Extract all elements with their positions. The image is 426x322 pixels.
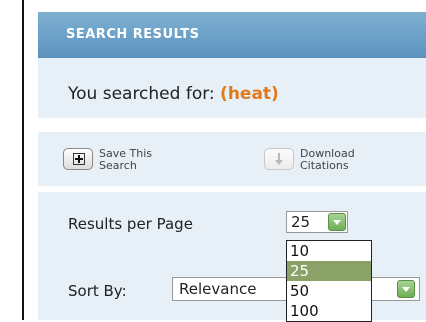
panel-header: SEARCH RESULTS (38, 12, 426, 58)
window-edge (22, 0, 24, 320)
save-search-label-line2: Search (99, 159, 137, 172)
divider (38, 186, 426, 192)
chevron-down-icon[interactable] (397, 280, 415, 298)
panel-title: SEARCH RESULTS (66, 27, 200, 42)
results-per-page-select[interactable]: 25 (286, 211, 348, 233)
chevron-down-icon[interactable] (328, 213, 346, 231)
save-search-link[interactable]: Save This Search (99, 148, 179, 172)
sort-by-label: Sort By: (68, 282, 127, 300)
sort-by-value: Relevance (179, 280, 257, 298)
download-label-line2: Citations (300, 159, 349, 172)
actions-bar: Save This Search Download Citations (38, 132, 426, 184)
option-50[interactable]: 50 (287, 281, 371, 301)
download-citations-link[interactable]: Download Citations (300, 148, 380, 172)
search-term: (heat) (220, 84, 279, 104)
option-10[interactable]: 10 (287, 241, 371, 261)
save-search-button[interactable] (63, 148, 93, 170)
searched-for-line: You searched for: (heat) (68, 84, 279, 104)
searched-for-label: You searched for: (68, 84, 215, 104)
option-100[interactable]: 100 (287, 301, 371, 321)
download-arrow-icon (275, 153, 283, 165)
download-citations-button[interactable] (264, 148, 294, 170)
results-per-page-value: 25 (291, 213, 311, 231)
divider (38, 118, 426, 132)
plus-box-icon (73, 153, 85, 165)
results-per-page-options: 10 25 50 100 (286, 240, 372, 322)
search-results-panel: SEARCH RESULTS You searched for: (heat) … (38, 12, 426, 322)
option-25[interactable]: 25 (287, 261, 371, 281)
results-per-page-label: Results per Page (68, 215, 193, 233)
